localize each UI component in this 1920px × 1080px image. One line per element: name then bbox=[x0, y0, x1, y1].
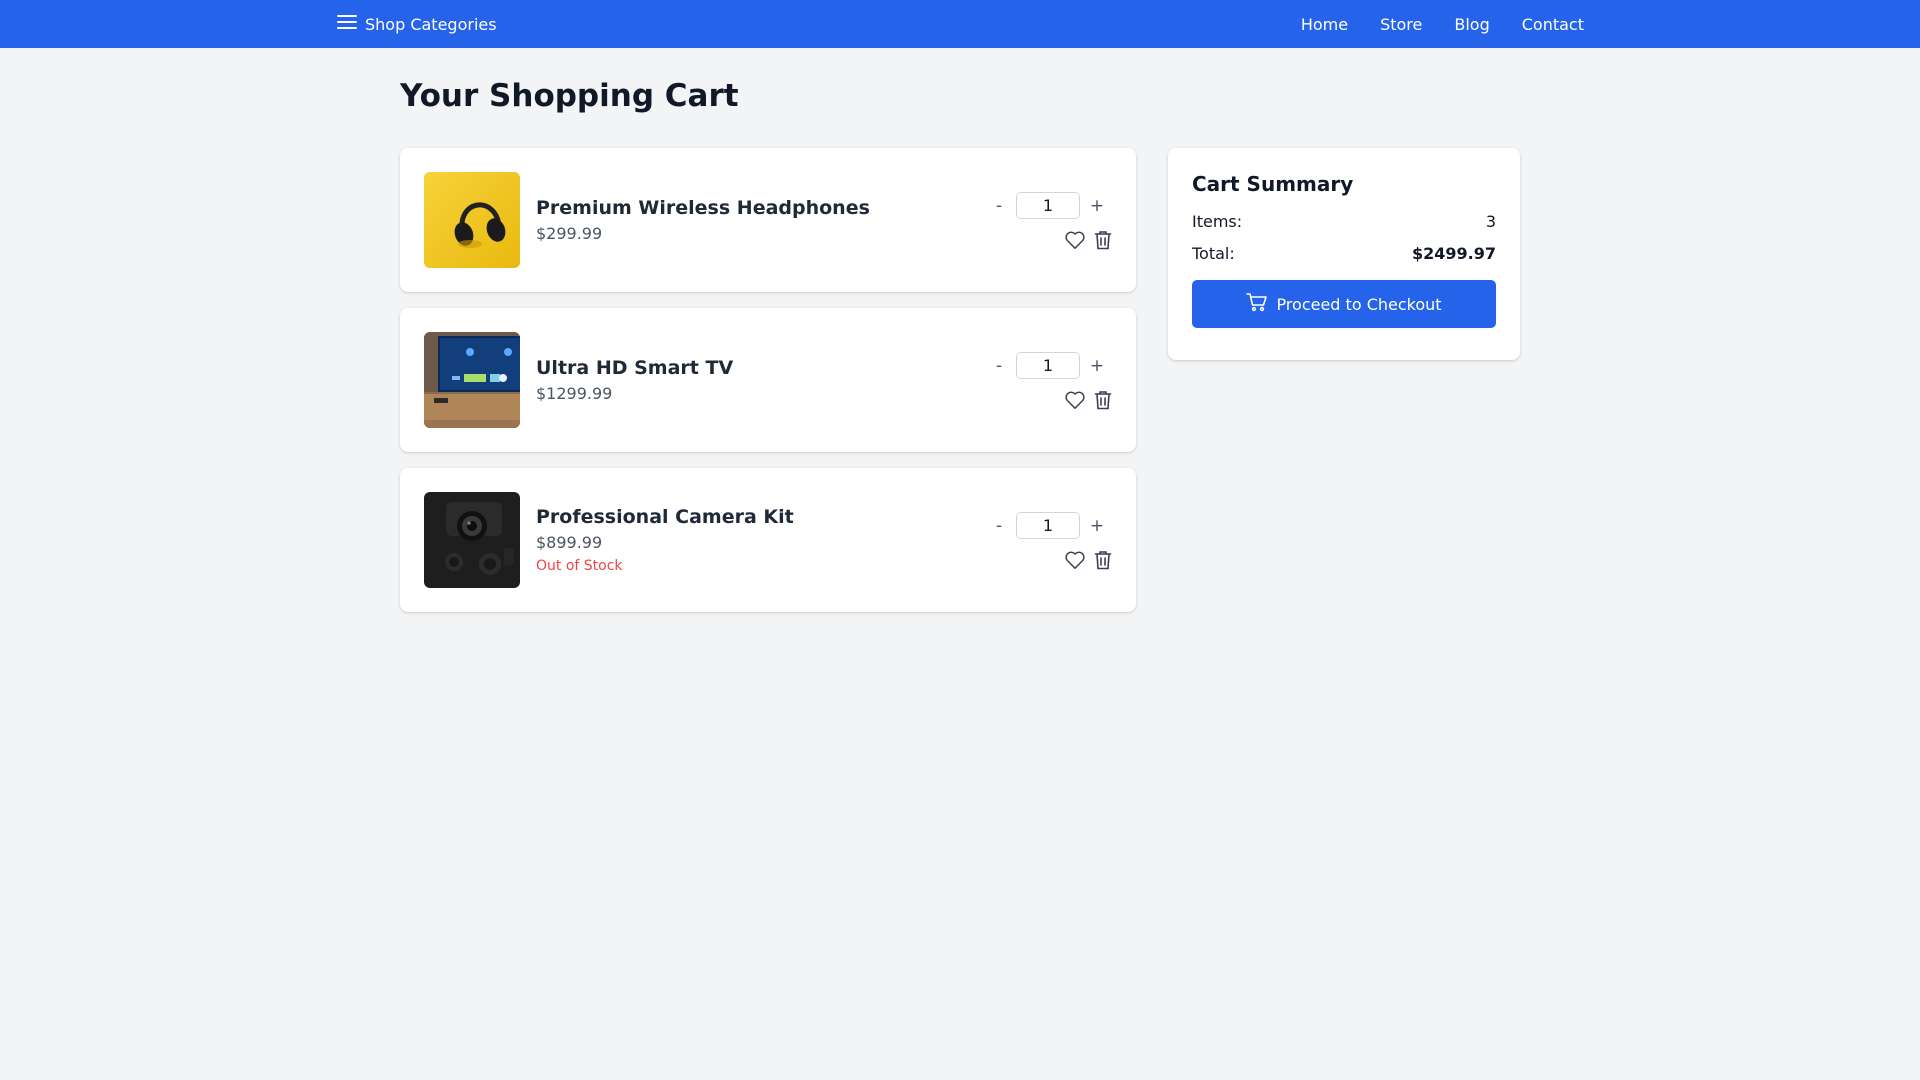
out-of-stock-badge: Out of Stock bbox=[536, 558, 623, 574]
nav-link-contact[interactable]: Contact bbox=[1522, 15, 1584, 34]
cart-items-list: Premium Wireless Headphones $299.99 - + bbox=[400, 148, 1136, 628]
item-actions bbox=[1064, 550, 1112, 574]
item-actions bbox=[1064, 390, 1112, 414]
quantity-input[interactable] bbox=[1016, 192, 1080, 219]
quantity-input[interactable] bbox=[1016, 512, 1080, 539]
item-price: $1299.99 bbox=[536, 384, 613, 403]
shopping-cart-icon bbox=[1246, 292, 1268, 316]
quantity-input[interactable] bbox=[1016, 352, 1080, 379]
hamburger-menu-icon bbox=[337, 14, 357, 34]
heart-icon[interactable] bbox=[1064, 230, 1086, 254]
trash-icon[interactable] bbox=[1094, 230, 1112, 254]
quantity-stepper: - + bbox=[984, 192, 1112, 219]
main-nav: Home Store Blog Contact bbox=[1301, 0, 1584, 48]
heart-icon[interactable] bbox=[1064, 550, 1086, 574]
item-price: $299.99 bbox=[536, 224, 603, 243]
increment-button[interactable]: + bbox=[1082, 193, 1112, 219]
total-value: $2499.97 bbox=[1411, 244, 1496, 263]
cart-item: Premium Wireless Headphones $299.99 - + bbox=[400, 148, 1136, 292]
nav-link-blog[interactable]: Blog bbox=[1454, 15, 1489, 34]
summary-title: Cart Summary bbox=[1192, 172, 1354, 196]
proceed-to-checkout-button[interactable]: Proceed to Checkout bbox=[1192, 280, 1496, 328]
nav-link-home[interactable]: Home bbox=[1301, 15, 1348, 34]
trash-icon[interactable] bbox=[1094, 390, 1112, 414]
item-name[interactable]: Premium Wireless Headphones bbox=[536, 197, 870, 219]
item-name[interactable]: Professional Camera Kit bbox=[536, 506, 794, 528]
increment-button[interactable]: + bbox=[1082, 353, 1112, 379]
decrement-button[interactable]: - bbox=[984, 513, 1014, 539]
camera-image[interactable] bbox=[424, 492, 520, 588]
decrement-button[interactable]: - bbox=[984, 193, 1014, 219]
heart-icon[interactable] bbox=[1064, 390, 1086, 414]
quantity-stepper: - + bbox=[984, 512, 1112, 539]
cart-item: Professional Camera Kit $899.99 Out of S… bbox=[400, 468, 1136, 612]
cart-summary-panel: Cart Summary Items: 3 Total: $2499.97 Pr… bbox=[1168, 148, 1520, 360]
item-name[interactable]: Ultra HD Smart TV bbox=[536, 357, 733, 379]
increment-button[interactable]: + bbox=[1082, 513, 1112, 539]
shop-categories-toggle[interactable]: Shop Categories bbox=[337, 0, 497, 48]
smart-tv-image[interactable] bbox=[424, 332, 520, 428]
summary-items-row: Items: 3 bbox=[1192, 212, 1496, 231]
items-count: 3 bbox=[1485, 212, 1496, 231]
total-label: Total: bbox=[1192, 244, 1235, 263]
shop-categories-label: Shop Categories bbox=[365, 14, 497, 34]
cart-item: Ultra HD Smart TV $1299.99 - + bbox=[400, 308, 1136, 452]
item-price: $899.99 bbox=[536, 533, 603, 552]
quantity-stepper: - + bbox=[984, 352, 1112, 379]
top-navigation-bar: Shop Categories Home Store Blog Contact bbox=[0, 0, 1920, 48]
checkout-label: Proceed to Checkout bbox=[1276, 294, 1442, 314]
summary-total-row: Total: $2499.97 bbox=[1192, 244, 1496, 263]
headphones-image[interactable] bbox=[424, 172, 520, 268]
decrement-button[interactable]: - bbox=[984, 353, 1014, 379]
items-label: Items: bbox=[1192, 212, 1243, 231]
nav-link-store[interactable]: Store bbox=[1380, 15, 1422, 34]
trash-icon[interactable] bbox=[1094, 550, 1112, 574]
page-title: Your Shopping Cart bbox=[400, 78, 739, 114]
item-actions bbox=[1064, 230, 1112, 254]
